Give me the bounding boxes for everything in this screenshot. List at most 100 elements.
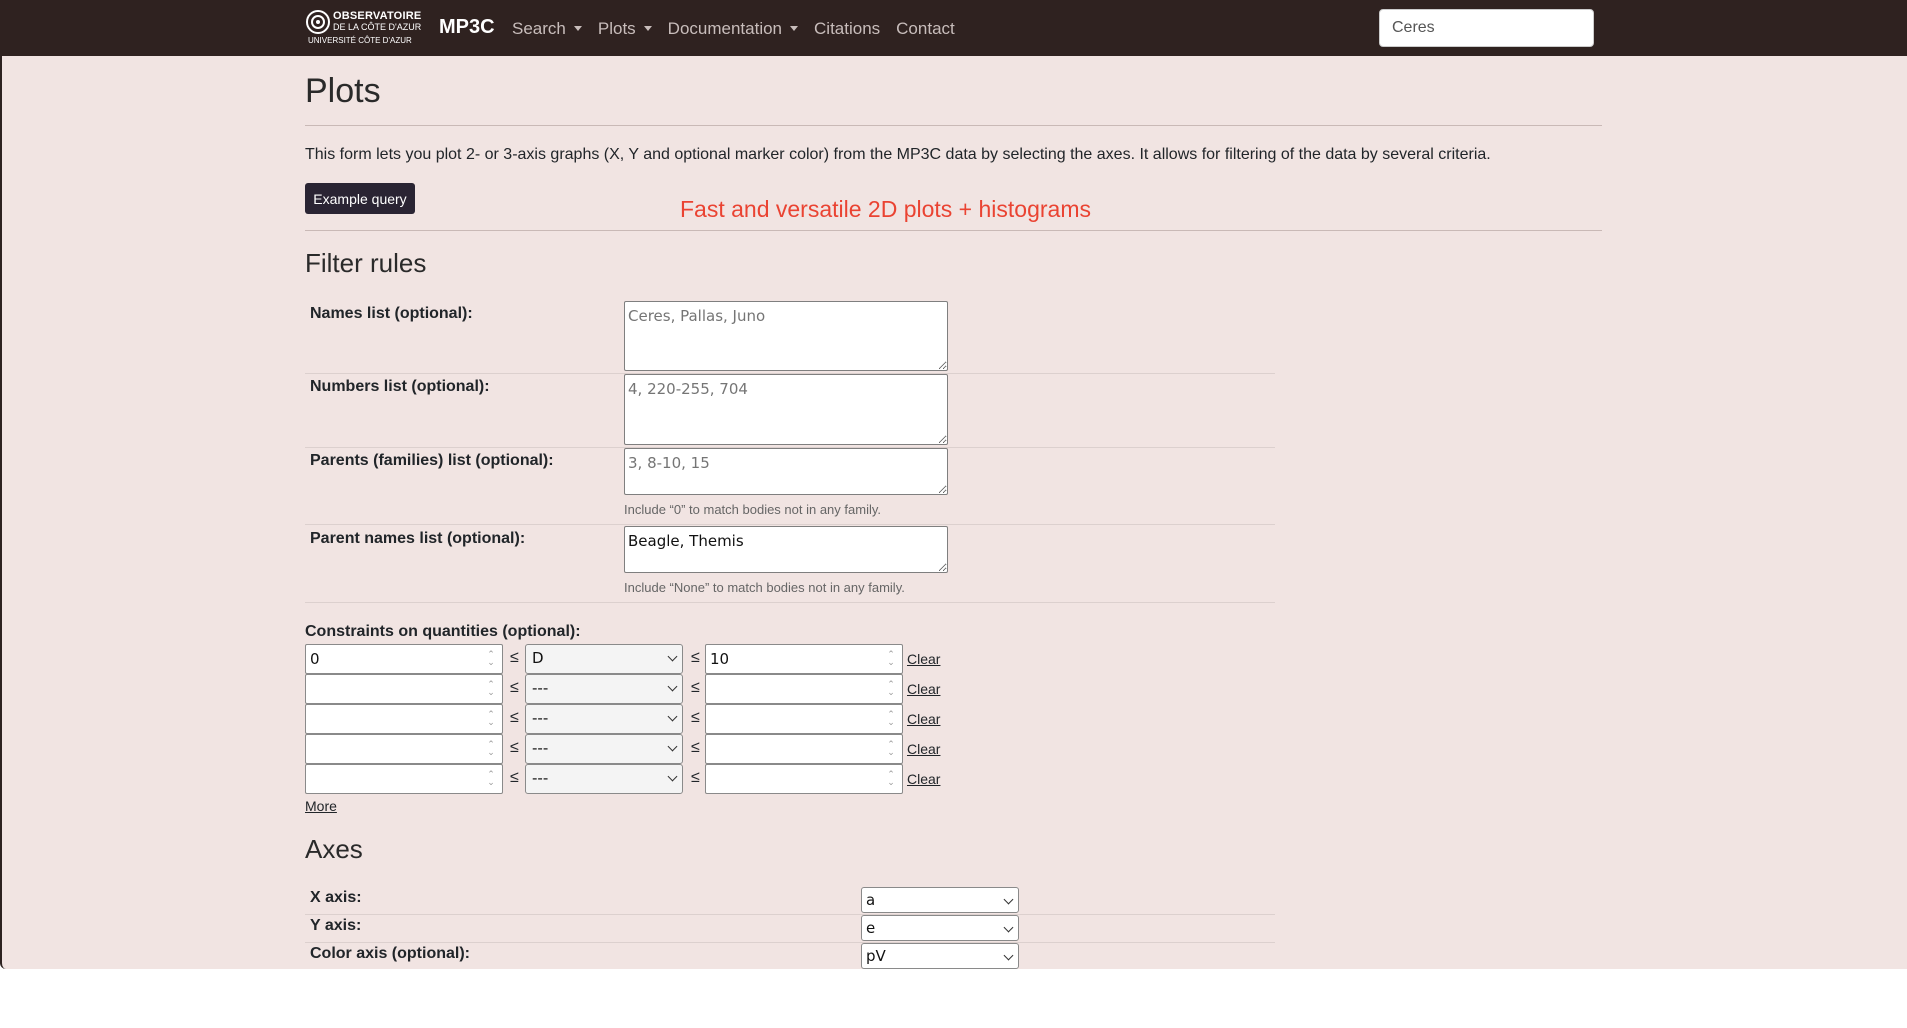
chevron-down-icon <box>667 741 678 752</box>
less-equal-symbol: ≤ <box>691 709 700 726</box>
constraint-min-input[interactable] <box>305 734 503 764</box>
color-axis-select[interactable]: pV <box>861 943 1019 969</box>
nav-item-citations[interactable]: Citations <box>814 19 880 39</box>
parents-list-label: Parents (families) list (optional): <box>310 452 554 469</box>
less-equal-symbol: ≤ <box>691 679 700 696</box>
caret-down-icon <box>643 26 652 31</box>
x-axis-value: a <box>866 891 876 909</box>
constraint-row: ⌃ ⌄ ≤ --- ≤ ⌃ ⌄ Clear <box>305 704 1005 734</box>
less-equal-symbol: ≤ <box>510 679 519 696</box>
example-query-button[interactable]: Example query <box>305 183 415 214</box>
chevron-down-icon <box>667 771 678 782</box>
clear-constraint-link[interactable]: Clear <box>907 651 940 667</box>
filter-rules-heading: Filter rules <box>305 248 427 278</box>
chevron-down-icon <box>667 651 678 662</box>
constraint-quantity-value: --- <box>532 739 549 757</box>
row-divider <box>305 602 1275 603</box>
less-equal-symbol: ≤ <box>510 709 519 726</box>
y-axis-select[interactable]: e <box>861 915 1019 941</box>
brand-link[interactable]: MP3C <box>439 16 495 39</box>
spinner-icon[interactable]: ⌃ ⌄ <box>485 680 497 697</box>
color-axis-label: Color axis (optional): <box>310 945 470 962</box>
constraint-quantity-select[interactable]: --- <box>525 734 683 764</box>
nav-menu: Search Plots Documentation Citations Con… <box>512 19 971 39</box>
less-equal-symbol: ≤ <box>510 649 519 666</box>
logo-swirl-icon <box>306 10 330 34</box>
constraint-min-input[interactable] <box>305 674 503 704</box>
spinner-icon[interactable]: ⌃ ⌄ <box>885 740 897 757</box>
constraint-max-input[interactable] <box>705 674 903 704</box>
less-equal-symbol: ≤ <box>691 739 700 756</box>
constraint-row: ⌃ ⌄ ≤ --- ≤ ⌃ ⌄ Clear <box>305 674 1005 704</box>
nav-item-documentation[interactable]: Documentation <box>667 19 799 39</box>
nav-item-search[interactable]: Search <box>512 19 582 39</box>
constraint-max-input[interactable] <box>705 764 903 794</box>
feature-banner: Fast and versatile 2D plots + histograms <box>680 196 1091 222</box>
nav-item-label: Documentation <box>667 19 783 38</box>
names-list-label: Names list (optional): <box>310 305 473 322</box>
constraint-quantity-select[interactable]: --- <box>525 674 683 704</box>
chevron-down-icon <box>1003 894 1014 905</box>
page-description: This form lets you plot 2- or 3-axis gra… <box>305 146 1491 163</box>
chevron-down-icon <box>1003 922 1014 933</box>
less-equal-symbol: ≤ <box>691 769 700 786</box>
spinner-icon[interactable]: ⌃ ⌄ <box>885 680 897 697</box>
clear-constraint-link[interactable]: Clear <box>907 771 940 787</box>
row-divider <box>305 942 1275 943</box>
constraint-quantity-select[interactable]: --- <box>525 764 683 794</box>
constraint-max-input[interactable] <box>705 704 903 734</box>
navbar: OBSERVATOIRE DE LA CÔTE D'AZUR UNIVERSIT… <box>0 0 1907 56</box>
names-list-field[interactable] <box>624 301 948 371</box>
constraint-min-input[interactable] <box>305 764 503 794</box>
row-divider <box>305 914 1275 915</box>
nav-item-contact[interactable]: Contact <box>896 19 955 39</box>
less-equal-symbol: ≤ <box>691 649 700 666</box>
constraint-row: ⌃ ⌄ ≤ --- ≤ ⌃ ⌄ Clear <box>305 764 1005 794</box>
row-divider <box>305 524 1275 525</box>
constraints-label: Constraints on quantities (optional): <box>305 623 581 640</box>
more-constraints-link[interactable]: More <box>305 798 337 814</box>
constraint-quantity-value: --- <box>532 679 549 697</box>
numbers-list-label: Numbers list (optional): <box>310 378 490 395</box>
y-axis-label: Y axis: <box>310 917 362 934</box>
constraint-min-input[interactable] <box>305 644 503 674</box>
nav-item-label: Plots <box>597 19 636 38</box>
constraint-quantity-select[interactable]: --- <box>525 704 683 734</box>
y-axis-value: e <box>866 919 876 937</box>
color-axis-value: pV <box>866 947 886 965</box>
constraint-quantity-value: --- <box>532 769 549 787</box>
spinner-icon[interactable]: ⌃ ⌄ <box>885 650 897 667</box>
chevron-down-icon <box>667 681 678 692</box>
nav-item-label: Search <box>512 19 566 38</box>
parent-names-help-text: Include “None” to match bodies not in an… <box>624 580 905 595</box>
caret-down-icon <box>573 26 582 31</box>
observatoire-logo[interactable]: OBSERVATOIRE DE LA CÔTE D'AZUR UNIVERSIT… <box>305 7 425 49</box>
constraint-row: ⌃ ⌄ ≤ --- ≤ ⌃ ⌄ Clear <box>305 734 1005 764</box>
spinner-icon[interactable]: ⌃ ⌄ <box>885 710 897 727</box>
numbers-list-field[interactable] <box>624 374 948 445</box>
x-axis-select[interactable]: a <box>861 887 1019 913</box>
search-input[interactable] <box>1379 9 1594 47</box>
spinner-icon[interactable]: ⌃ ⌄ <box>485 740 497 757</box>
parent-names-label: Parent names list (optional): <box>310 530 526 547</box>
nav-item-plots[interactable]: Plots <box>598 19 652 39</box>
logo-line-2: DE LA CÔTE D'AZUR <box>333 22 422 32</box>
page-title: Plots <box>305 72 381 110</box>
spinner-icon[interactable]: ⌃ ⌄ <box>885 770 897 787</box>
constraint-row: ⌃⌄ ≤ D ≤ ⌃⌄ Clear <box>305 644 1005 674</box>
clear-constraint-link[interactable]: Clear <box>907 711 940 727</box>
spinner-icon[interactable]: ⌃ ⌄ <box>485 770 497 787</box>
spinner-icon[interactable]: ⌃ ⌄ <box>485 710 497 727</box>
constraint-min-input[interactable] <box>305 704 503 734</box>
clear-constraint-link[interactable]: Clear <box>907 741 940 757</box>
parents-list-field[interactable] <box>624 448 948 495</box>
parent-names-field[interactable]: Beagle, Themis <box>624 526 948 573</box>
constraint-max-input[interactable] <box>705 734 903 764</box>
x-axis-label: X axis: <box>310 889 362 906</box>
less-equal-symbol: ≤ <box>510 739 519 756</box>
constraint-max-input[interactable] <box>705 644 903 674</box>
constraint-quantity-select[interactable]: D <box>525 644 683 674</box>
spinner-icon[interactable]: ⌃ ⌄ <box>485 650 497 667</box>
logo-line-1: OBSERVATOIRE <box>333 10 422 22</box>
clear-constraint-link[interactable]: Clear <box>907 681 940 697</box>
